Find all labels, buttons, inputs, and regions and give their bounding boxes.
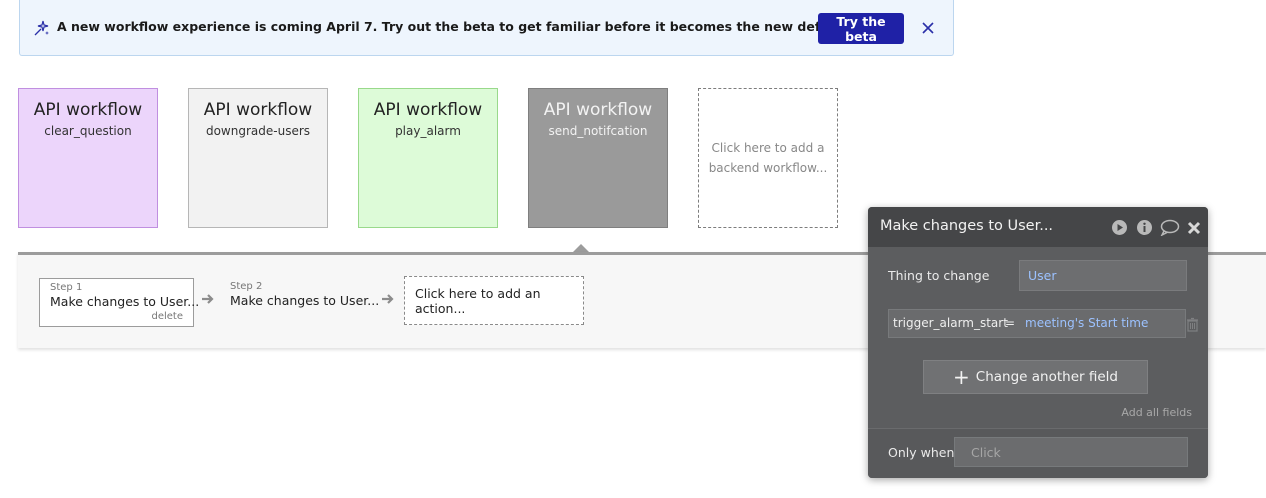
close-icon[interactable] bbox=[1187, 219, 1201, 236]
panel-title: Make changes to User... bbox=[880, 218, 1054, 234]
add-backend-workflow-button[interactable]: Click here to add a backend workflow... bbox=[698, 88, 838, 228]
assignment-field[interactable]: trigger_alarm_start bbox=[893, 316, 1008, 330]
play-icon[interactable] bbox=[1111, 219, 1128, 236]
thing-to-change-field[interactable]: User bbox=[1019, 260, 1187, 291]
workflow-card-title: API workflow bbox=[33, 100, 143, 120]
action-editor-panel: Make changes to User... Thing to change … bbox=[868, 207, 1208, 478]
step-label: Step 1 bbox=[50, 282, 83, 293]
selected-workflow-caret bbox=[573, 244, 589, 252]
workflow-card-play-alarm[interactable]: API workflow play_alarm bbox=[358, 88, 498, 228]
workflow-card-send-notifcation[interactable]: API workflow send_notifcation bbox=[528, 88, 668, 228]
arrow-right-icon bbox=[202, 294, 214, 304]
field-assignment-row[interactable]: trigger_alarm_start = meeting's Start ti… bbox=[888, 309, 1186, 338]
close-icon[interactable] bbox=[921, 21, 935, 35]
workflow-card-title: API workflow bbox=[203, 100, 313, 120]
step-title: Make changes to User... bbox=[230, 293, 380, 308]
thing-to-change-label: Thing to change bbox=[888, 268, 990, 283]
only-when-field[interactable]: Click bbox=[954, 437, 1188, 467]
step-delete-link[interactable]: delete bbox=[151, 311, 183, 322]
workflow-step-1[interactable]: Step 1 Make changes to User... delete bbox=[39, 278, 199, 327]
change-another-field-label: Change another field bbox=[975, 369, 1118, 385]
trash-icon[interactable] bbox=[1186, 317, 1199, 332]
assignment-operator: = bbox=[1005, 316, 1016, 330]
step-label: Step 2 bbox=[230, 281, 263, 292]
workflow-card-downgrade-users[interactable]: API workflow downgrade-users bbox=[188, 88, 328, 228]
assignment-value[interactable]: meeting's Start time bbox=[1025, 316, 1148, 330]
add-action-button[interactable]: Click here to add an action... bbox=[404, 276, 584, 325]
workflow-step-2[interactable]: Step 2 Make changes to User... bbox=[222, 278, 382, 327]
plus-icon: + bbox=[953, 365, 970, 389]
add-all-fields-link[interactable]: Add all fields bbox=[1121, 406, 1192, 419]
workflow-card-name: play_alarm bbox=[395, 124, 461, 138]
info-icon[interactable] bbox=[1136, 219, 1153, 236]
comment-icon[interactable] bbox=[1160, 219, 1180, 236]
workflow-card-name: downgrade-users bbox=[205, 124, 311, 138]
workflow-card-title: API workflow bbox=[543, 100, 653, 120]
workflow-card-name: send_notifcation bbox=[548, 124, 648, 138]
only-when-label: Only when bbox=[888, 445, 955, 460]
sparkle-icon bbox=[34, 20, 49, 36]
panel-header: Make changes to User... bbox=[868, 207, 1208, 247]
workflow-card-title: API workflow bbox=[373, 100, 483, 120]
step-title: Make changes to User... bbox=[50, 294, 200, 309]
banner-message: A new workflow experience is coming Apri… bbox=[57, 19, 853, 34]
announcement-banner: A new workflow experience is coming Apri… bbox=[19, 0, 954, 56]
change-another-field-button[interactable]: + Change another field bbox=[923, 360, 1148, 394]
try-beta-button[interactable]: Try the beta bbox=[818, 13, 904, 44]
arrow-right-icon bbox=[382, 294, 394, 304]
workflow-card-name: clear_question bbox=[44, 124, 132, 138]
workflow-card-clear-question[interactable]: API workflow clear_question bbox=[18, 88, 158, 228]
